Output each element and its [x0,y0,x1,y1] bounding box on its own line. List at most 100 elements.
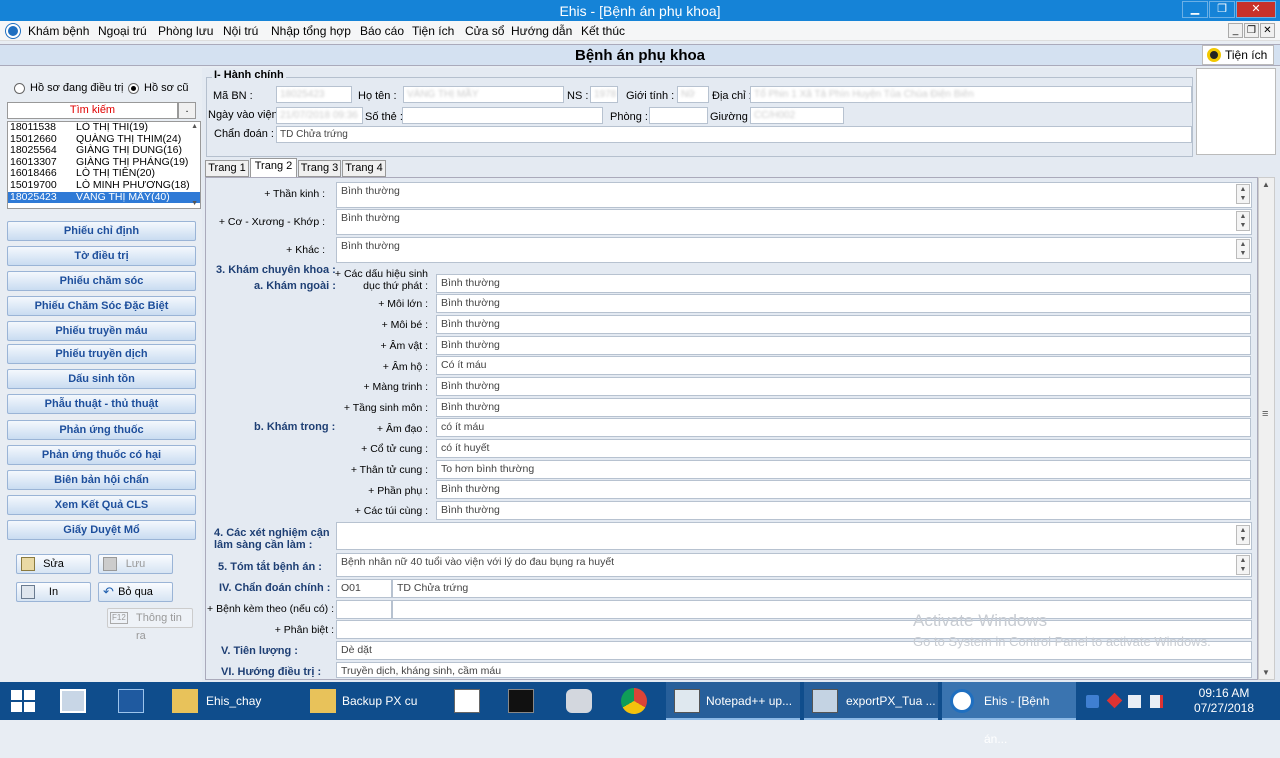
taskbar-powershell[interactable] [108,682,154,720]
nav-phieu-truyen-dich[interactable]: Phiếu truyền dịch [7,344,196,364]
mdi-minimize-button[interactable]: _ [1228,23,1243,38]
menu-nhap-tong-hop[interactable]: Nhập tổng hợp [271,24,351,38]
tui-cung-field[interactable]: Bình thường [436,501,1251,520]
edit-button[interactable]: Sửa [16,554,91,574]
print-button[interactable]: In [16,582,91,602]
taskbar-ehis-chay[interactable]: Ehis_chay [164,682,294,720]
than-kinh-field[interactable]: Bình thường [336,182,1252,208]
dia-chi-field[interactable]: Tổ Phin 1 Xã Tả Phìn Huyện Tủa Chùa Điện… [750,86,1192,103]
cancel-button[interactable]: ↶ Bỏ qua [98,582,173,602]
taskbar-chart-app[interactable] [446,682,492,720]
tray-app-icon[interactable] [1086,695,1099,708]
nav-xem-ket-qua-cls[interactable]: Xem Kết Quả CLS [7,495,196,515]
than-kinh-spin[interactable]: ▲ ▼ [1236,184,1250,204]
tab-trang-2[interactable]: Trang 2 [250,158,297,177]
list-item-selected[interactable]: 18025423 VÀNG THỊ MẦY(40) [8,191,200,204]
menu-tien-ich[interactable]: Tiện ích [412,24,454,38]
radio-ho-so-cu[interactable]: Hồ sơ cũ [128,82,189,94]
menu-ket-thuc[interactable]: Kết thúc [581,24,625,38]
nav-phieu-truyen-mau[interactable]: Phiếu truyền máu [7,321,196,341]
scroll-up-icon[interactable]: ▲ [1262,180,1270,189]
chan-doan-field[interactable]: TD Chửa trứng [276,126,1192,143]
close-button[interactable]: ✕ [1236,1,1276,18]
tom-tat-field[interactable]: Bệnh nhân nữ 40 tuổi vào viện với lý do … [336,553,1252,577]
chan-doan-code-field[interactable]: O01 [336,579,392,598]
gioi-tinh-field[interactable]: Nữ [677,86,709,103]
taskbar-server-manager[interactable] [50,682,96,720]
taskbar-exportpx[interactable]: exportPX_Tua ... [804,682,938,720]
nav-phan-ung-thuoc[interactable]: Phản ứng thuốc [7,420,196,440]
patient-list[interactable]: 18011538 LÒ THỊ THI(19) 15012660 QUÀNG THỊ… [7,121,201,209]
so-the-field[interactable] [402,107,603,124]
moi-be-field[interactable]: Bình thường [436,315,1251,334]
co-xuong-khop-spin[interactable]: ▲ ▼ [1236,211,1250,231]
form-scrollbar[interactable]: ▲ ≡ ▼ [1258,177,1275,680]
tab-trang-3[interactable]: Trang 3 [298,160,341,177]
taskbar-ehis-active[interactable]: Ehis - [Bệnh án... [942,682,1076,746]
phong-field[interactable] [649,107,708,124]
phan-phu-field[interactable]: Bình thường [436,480,1251,499]
ma-bn-field[interactable]: 18025423 [276,86,352,103]
xet-nghiem-field[interactable] [336,522,1252,550]
taskbar-database[interactable] [556,682,602,720]
nav-bien-ban-hoi-chan[interactable]: Biên bản hội chẩn [7,470,196,490]
mang-trinh-field[interactable]: Bình thường [436,377,1251,396]
am-ho-field[interactable]: Có ít máu [436,356,1251,375]
ns-field[interactable]: 1978 [590,86,618,103]
mdi-restore-button[interactable]: ❐ [1244,23,1259,38]
tang-sinh-mon-field[interactable]: Bình thường [436,398,1251,417]
scroll-up-icon[interactable]: ▲ [191,123,198,130]
radio-circle[interactable] [128,82,139,94]
taskbar-backup-px[interactable]: Backup PX cu [302,682,438,720]
list-item[interactable]: 18011538 LÒ THỊ THI(19) [8,122,200,134]
menu-cua-so[interactable]: Cửa sổ [465,24,504,38]
radio-circle[interactable] [14,82,25,94]
benh-kem-theo-code-field[interactable] [336,600,392,619]
giuong-field[interactable]: CC/H002 [750,107,844,124]
nav-to-dieu-tri[interactable]: Tờ điều trị [7,246,196,266]
nav-phieu-cham-soc-dac-biet[interactable]: Phiếu Chăm Sóc Đặc Biệt [7,296,196,316]
ngay-vao-vien-field[interactable]: 21/07/2018 09:36 [276,107,363,124]
system-clock[interactable]: 09:16 AM 07/27/2018 [1176,686,1272,716]
taskbar-chrome[interactable] [612,682,658,720]
menu-kham-benh[interactable]: Khám bệnh [28,24,89,38]
menu-noi-tru[interactable]: Nội trú [223,24,258,38]
dau-hieu-field[interactable]: Bình thường [436,274,1251,293]
maximize-button[interactable]: ❐ [1209,1,1235,18]
menu-phong-luu[interactable]: Phòng lưu [158,24,213,38]
nav-dau-sinh-ton[interactable]: Dấu sinh tồn [7,369,196,389]
save-button[interactable]: Lưu [98,554,173,574]
chan-doan-text-field[interactable]: TD Chửa trứng [392,579,1252,598]
nav-phau-thuat-thu-thuat[interactable]: Phẫu thuật - thủ thuật [7,394,196,414]
scroll-grip-icon[interactable]: ≡ [1262,408,1268,420]
khac-field[interactable]: Bình thường [336,237,1252,263]
scroll-down-icon[interactable]: ▼ [1262,668,1270,677]
am-vat-field[interactable]: Bình thường [436,336,1251,355]
khac-spin[interactable]: ▲ ▼ [1236,239,1250,259]
tray-alert-icon[interactable] [1106,692,1123,709]
menu-huong-dan[interactable]: Hướng dẫn [511,24,572,38]
tien-ich-button[interactable]: Tiện ích [1202,45,1274,65]
co-xuong-khop-field[interactable]: Bình thường [336,209,1252,235]
tab-trang-1[interactable]: Trang 1 [205,160,249,177]
thong-tin-ra-button[interactable]: F12 Thông tin ra [107,608,193,642]
than-tu-cung-field[interactable]: To hơn bình thường [436,460,1251,479]
xet-nghiem-spin[interactable]: ▲ ▼ [1236,525,1250,545]
nav-phieu-chi-dinh[interactable]: Phiếu chỉ định [7,221,196,241]
tab-trang-4[interactable]: Trang 4 [342,160,386,177]
nav-phieu-cham-soc[interactable]: Phiếu chăm sóc [7,271,196,291]
moi-lon-field[interactable]: Bình thường [436,294,1251,313]
minimize-button[interactable]: ▁ [1182,1,1208,18]
nav-giay-duyet-mo[interactable]: Giấy Duyệt Mổ [7,520,196,540]
ho-ten-field[interactable]: VÀNG THỊ MẦY [403,86,564,103]
mdi-close-button[interactable]: ✕ [1260,23,1275,38]
nav-phan-ung-thuoc-co-hai[interactable]: Phản ứng thuốc có hại [7,445,196,465]
menu-ngoai-tru[interactable]: Ngoại trú [98,24,147,38]
menu-bao-cao[interactable]: Báo cáo [360,24,404,38]
co-tu-cung-field[interactable]: có ít huyết [436,439,1251,458]
radio-ho-so-dang-dieu-tri[interactable]: Hồ sơ đang điều trị [14,82,123,94]
taskbar-cmd[interactable] [500,682,546,720]
am-dao-field[interactable]: có ít máu [436,418,1251,437]
scroll-down-icon[interactable]: ▼ [191,200,198,207]
volume-muted-icon[interactable] [1150,695,1163,708]
